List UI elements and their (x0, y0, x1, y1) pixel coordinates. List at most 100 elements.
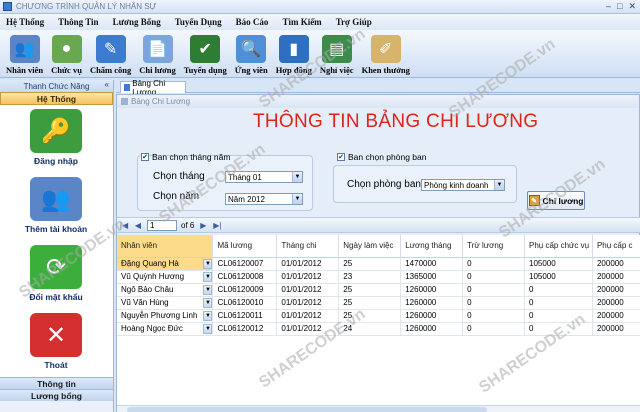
table-cell[interactable]: CL06120008 (212, 270, 278, 284)
last-record-icon[interactable]: ▶| (212, 221, 222, 230)
table-cell[interactable]: 01/01/2012 (276, 296, 340, 310)
table-cell[interactable]: 01/01/2012 (276, 283, 340, 297)
table-cell[interactable]: Nguyễn Phương Linh ▼ (117, 309, 214, 323)
table-cell[interactable]: CL06120011 (212, 309, 278, 323)
table-cell[interactable]: 0 (462, 322, 525, 336)
table-cell[interactable]: 0 (462, 283, 525, 297)
minimize-button[interactable]: – (606, 1, 611, 12)
department-select[interactable]: Phòng kinh doanh ▼ (421, 179, 505, 191)
table-cell[interactable]: CL06120009 (212, 283, 278, 297)
column-header[interactable]: Ngày làm việc (338, 235, 402, 258)
table-cell[interactable]: 01/01/2012 (276, 270, 340, 284)
chevron-down-icon[interactable]: ▼ (203, 310, 212, 321)
position-input[interactable]: 1 (147, 219, 177, 231)
menu-bao-cao[interactable]: Báo Cáo (236, 17, 269, 27)
year-select[interactable]: Năm 2012 ▼ (225, 193, 303, 205)
column-header[interactable]: Nhân viên (117, 235, 214, 258)
table-cell[interactable]: 01/01/2012 (276, 309, 340, 323)
sidebar-item-3[interactable]: ✕ Thoát (0, 313, 112, 370)
maximize-button[interactable]: □ (617, 1, 622, 12)
column-header[interactable]: Lương tháng (400, 235, 464, 258)
column-header[interactable]: Tháng chi (276, 235, 340, 258)
table-cell[interactable]: 01/01/2012 (276, 257, 340, 271)
table-cell[interactable]: 200000 (592, 322, 640, 336)
table-cell[interactable]: 1260000 (400, 283, 464, 297)
toolbar-button-5[interactable]: 🔍 Ứng viên (235, 31, 268, 77)
chevron-down-icon[interactable]: ▼ (203, 297, 212, 308)
table-cell[interactable]: 200000 (592, 283, 640, 297)
tab-bang-chi-luong[interactable]: Bảng Chi Lương (120, 79, 186, 97)
toolbar-button-3[interactable]: 📄 Chi lương (139, 31, 176, 77)
scrollbar-thumb[interactable] (127, 407, 487, 412)
sidebar-group-he-thong[interactable]: Hệ Thống (0, 92, 113, 105)
sidebar-item-2[interactable]: ⟳ Đổi mật khẩu (0, 245, 112, 302)
table-row[interactable]: Hoàng Ngọc Đức ▼ CL06120012 01/01/2012 24 126… (117, 322, 640, 336)
chi-luong-button[interactable]: ✎ Chi lương (527, 191, 585, 210)
table-cell[interactable]: 24 (338, 322, 402, 336)
table-cell[interactable]: 0 (524, 322, 593, 336)
toolbar-button-7[interactable]: ▤ Nghỉ việc (320, 31, 354, 77)
table-cell[interactable]: CL06120010 (212, 296, 278, 310)
month-select[interactable]: Tháng 01 ▼ (225, 171, 303, 183)
toolbar-button-4[interactable]: ✔ Tuyển dụng (184, 31, 227, 77)
table-cell[interactable]: 1260000 (400, 309, 464, 323)
toolbar-button-6[interactable]: ▮ Hợp đồng (276, 31, 312, 77)
checkbox-icon[interactable]: ✔ (337, 153, 345, 161)
table-cell[interactable]: 0 (462, 309, 525, 323)
table-cell[interactable]: 25 (338, 257, 402, 271)
table-cell[interactable]: 1365000 (400, 270, 464, 284)
table-row[interactable]: Vũ Quỳnh Hương ▼ CL06120008 01/01/2012 23 136… (117, 270, 640, 284)
menu-tim-kiem[interactable]: Tìm Kiếm (282, 17, 321, 27)
table-cell[interactable]: 1260000 (400, 322, 464, 336)
chevron-down-icon[interactable]: ▼ (494, 180, 504, 190)
menu-thong-tin[interactable]: Thông Tin (58, 17, 98, 27)
table-cell[interactable]: 1470000 (400, 257, 464, 271)
month-year-checkbox[interactable]: ✔ Ban chọn tháng năm (141, 152, 230, 162)
prev-record-icon[interactable]: ◀ (133, 221, 143, 230)
chevron-down-icon[interactable]: ▼ (203, 258, 212, 269)
table-cell[interactable]: 105000 (524, 270, 593, 284)
toolbar-button-8[interactable]: ✐ Khen thưởng (362, 31, 410, 77)
department-checkbox[interactable]: ✔ Ban chọn phòng ban (337, 152, 426, 162)
table-row[interactable]: Nguyễn Phương Linh ▼ CL06120011 01/01/2012 2… (117, 309, 640, 323)
column-header[interactable]: Trừ lương (462, 235, 525, 258)
table-cell[interactable]: 1260000 (400, 296, 464, 310)
sidebar-group-thong-tin[interactable]: Thông tin (0, 377, 113, 389)
chevron-down-icon[interactable]: ▼ (203, 271, 212, 282)
menu-tro-giup[interactable]: Trợ Giúp (336, 17, 372, 27)
column-header[interactable]: Phụ cấp c (592, 235, 640, 258)
column-header[interactable]: Mã lương (212, 235, 278, 258)
table-cell[interactable]: 0 (524, 283, 593, 297)
chevron-down-icon[interactable]: ▼ (203, 284, 212, 295)
table-cell[interactable]: Đặng Quang Hà ▼ (117, 257, 214, 271)
table-cell[interactable]: 200000 (592, 309, 640, 323)
chevron-down-icon[interactable]: ▼ (203, 323, 212, 334)
table-cell[interactable]: 0 (524, 296, 593, 310)
table-cell[interactable]: Hoàng Ngọc Đức ▼ (117, 322, 214, 336)
table-cell[interactable]: 0 (462, 257, 525, 271)
table-cell[interactable]: 0 (462, 270, 525, 284)
toolbar-button-0[interactable]: 👥 Nhân viên (6, 31, 43, 77)
table-cell[interactable]: Vũ Văn Hùng ▼ (117, 296, 214, 310)
table-row[interactable]: Ngô Bảo Châu ▼ CL06120009 01/01/2012 25 12600… (117, 283, 640, 297)
table-cell[interactable]: 200000 (592, 270, 640, 284)
table-cell[interactable]: 23 (338, 270, 402, 284)
table-cell[interactable]: 25 (338, 296, 402, 310)
table-cell[interactable]: Ngô Bảo Châu ▼ (117, 283, 214, 297)
checkbox-icon[interactable]: ✔ (141, 153, 149, 161)
table-cell[interactable]: Vũ Quỳnh Hương ▼ (117, 270, 214, 284)
column-header[interactable]: Phụ cấp chức vụ (524, 235, 593, 258)
menu-he-thong[interactable]: Hệ Thống (6, 17, 44, 27)
close-window-button[interactable]: ✕ (628, 1, 636, 12)
table-cell[interactable]: 0 (462, 296, 525, 310)
table-cell[interactable]: 25 (338, 283, 402, 297)
table-cell[interactable]: CL06120007 (212, 257, 278, 271)
table-cell[interactable]: 0 (524, 309, 593, 323)
toolbar-button-1[interactable]: ● Chức vụ (51, 31, 82, 77)
table-cell[interactable]: 200000 (592, 257, 640, 271)
toolbar-button-2[interactable]: ✎ Chấm công (90, 31, 131, 77)
first-record-icon[interactable]: |◀ (119, 221, 129, 230)
table-row[interactable]: Vũ Văn Hùng ▼ CL06120010 01/01/2012 25 126000… (117, 296, 640, 310)
horizontal-scrollbar[interactable] (117, 405, 640, 412)
menu-luong-bong[interactable]: Lương Bổng (113, 17, 161, 27)
